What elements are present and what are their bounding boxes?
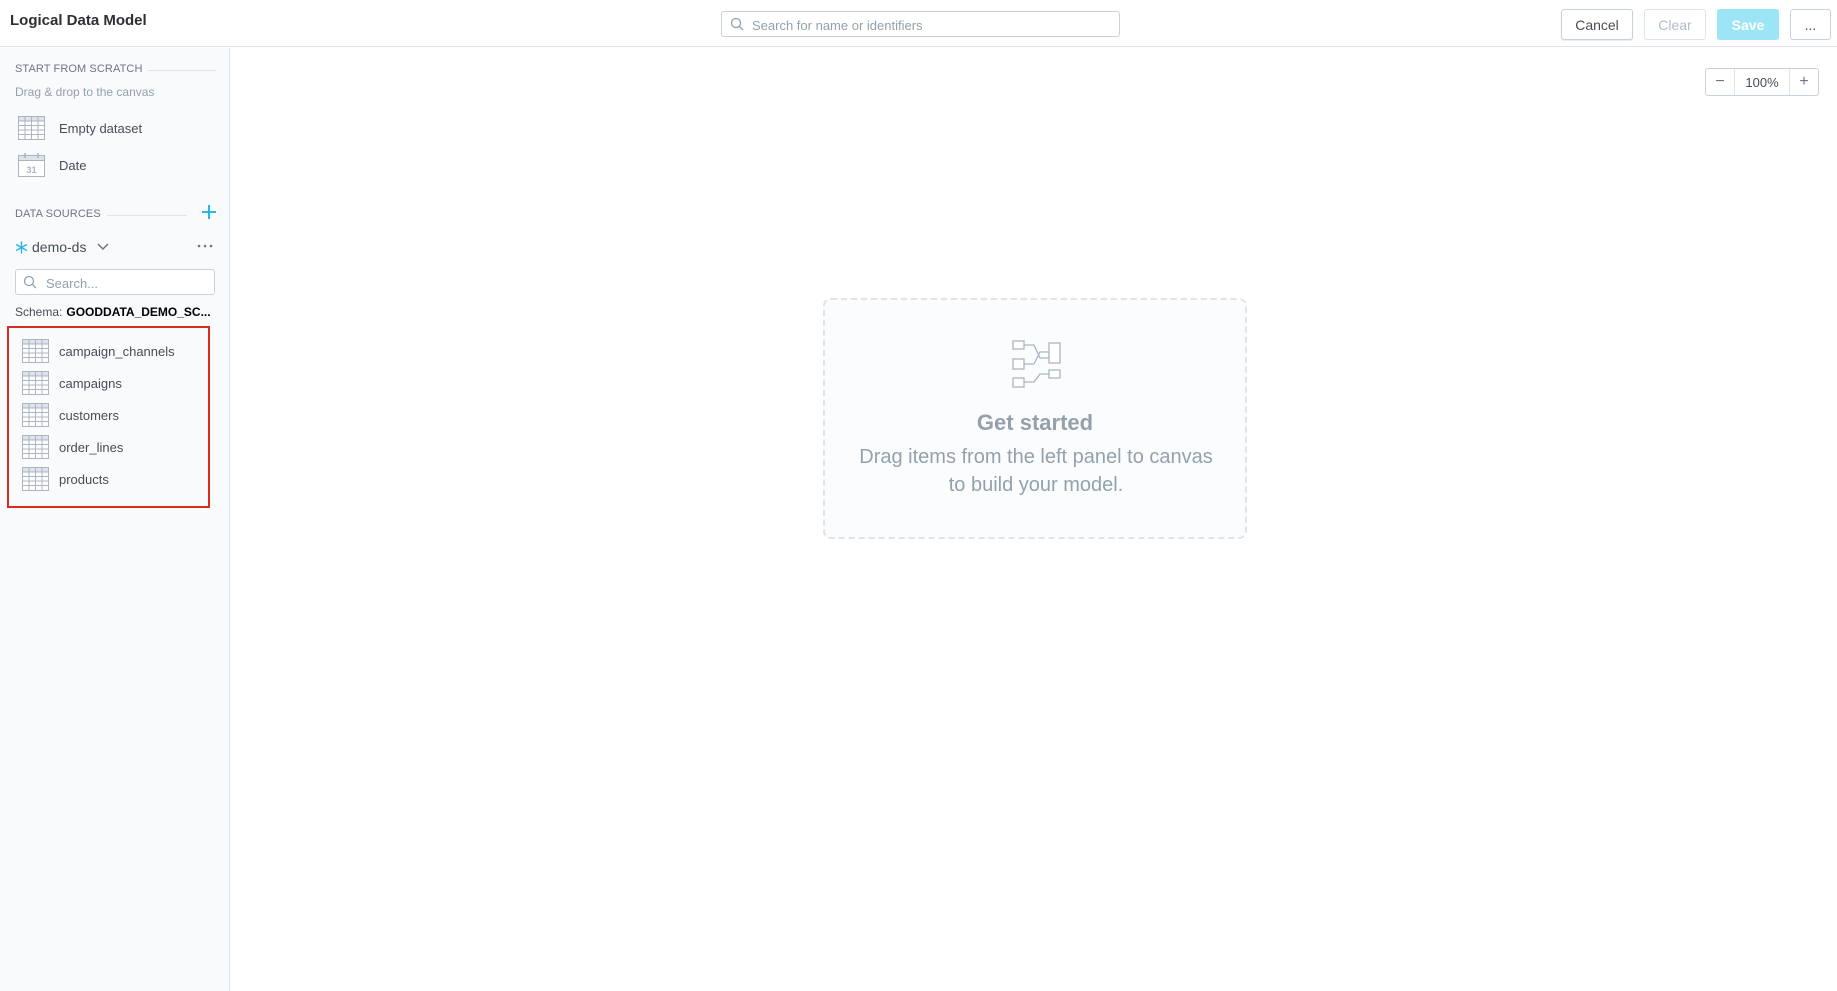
calendar-day-text: 31 <box>26 165 36 175</box>
zoom-in-button[interactable]: + <box>1790 69 1818 95</box>
source-search-input[interactable] <box>44 270 213 296</box>
table-label: order_lines <box>59 439 124 455</box>
data-source-more-icon[interactable] <box>196 239 214 253</box>
empty-dataset-label: Empty dataset <box>59 120 143 136</box>
snowflake-icon <box>15 240 28 254</box>
search-icon <box>730 17 744 31</box>
add-data-source-icon[interactable] <box>200 203 218 221</box>
empty-title: Get started <box>976 410 1094 435</box>
table-icon <box>18 116 45 140</box>
model-search-input[interactable] <box>750 12 1114 38</box>
table-label: campaigns <box>59 375 122 391</box>
table-item-products[interactable]: products <box>22 466 109 492</box>
chevron-down-icon <box>97 243 109 251</box>
table-icon <box>22 339 49 363</box>
divider <box>107 215 187 216</box>
page-title: Logical Data Model <box>10 12 147 29</box>
data-source-name: demo-ds <box>32 239 87 255</box>
zoom-out-button[interactable]: − <box>1706 69 1734 95</box>
model-diagram-icon <box>1012 340 1061 388</box>
start-hint: Drag & drop to the canvas <box>15 85 155 99</box>
more-options-button[interactable]: ... <box>1790 9 1831 40</box>
data-sources-heading: DATA SOURCES <box>15 208 101 220</box>
schema-label: Schema: <box>15 305 63 319</box>
empty-description: Drag items from the left panel to canvas… <box>859 446 1213 496</box>
schema-value: GOODDATA_DEMO_SC... <box>66 305 211 319</box>
search-icon <box>23 275 37 289</box>
clear-button[interactable]: Clear <box>1644 9 1706 40</box>
table-item-customers[interactable]: customers <box>22 402 119 428</box>
divider <box>148 70 216 71</box>
top-bar: Logical Data Model Cancel Clear Save ... <box>0 0 1837 47</box>
zoom-control: − 100% + <box>1705 68 1819 96</box>
calendar-icon: 31 <box>18 153 45 177</box>
empty-canvas-placeholder: Get started Drag items from the left pan… <box>823 298 1247 539</box>
empty-dataset-item[interactable]: Empty dataset <box>18 115 142 141</box>
table-item-order-lines[interactable]: order_lines <box>22 434 123 460</box>
table-label: products <box>59 471 109 487</box>
source-search[interactable] <box>15 269 215 296</box>
table-icon <box>22 403 49 427</box>
table-item-campaigns[interactable]: campaigns <box>22 370 122 396</box>
cancel-button[interactable]: Cancel <box>1561 9 1633 40</box>
data-source-selector[interactable]: demo-ds <box>15 237 110 257</box>
table-label: customers <box>59 407 119 423</box>
table-icon <box>22 435 49 459</box>
schema-info: Schema: GOODDATA_DEMO_SC... <box>15 305 215 319</box>
model-search[interactable] <box>721 11 1120 38</box>
table-label: campaign_channels <box>59 343 175 359</box>
table-item-campaign-channels[interactable]: campaign_channels <box>22 338 175 364</box>
date-item[interactable]: 31 Date <box>18 152 86 178</box>
save-button[interactable]: Save <box>1717 9 1779 40</box>
start-from-scratch-heading: START FROM SCRATCH <box>15 63 143 75</box>
zoom-level: 100% <box>1734 69 1790 95</box>
table-icon <box>22 371 49 395</box>
table-icon <box>22 467 49 491</box>
left-panel: START FROM SCRATCH Drag & drop to the ca… <box>0 48 230 991</box>
date-label: Date <box>59 157 87 173</box>
